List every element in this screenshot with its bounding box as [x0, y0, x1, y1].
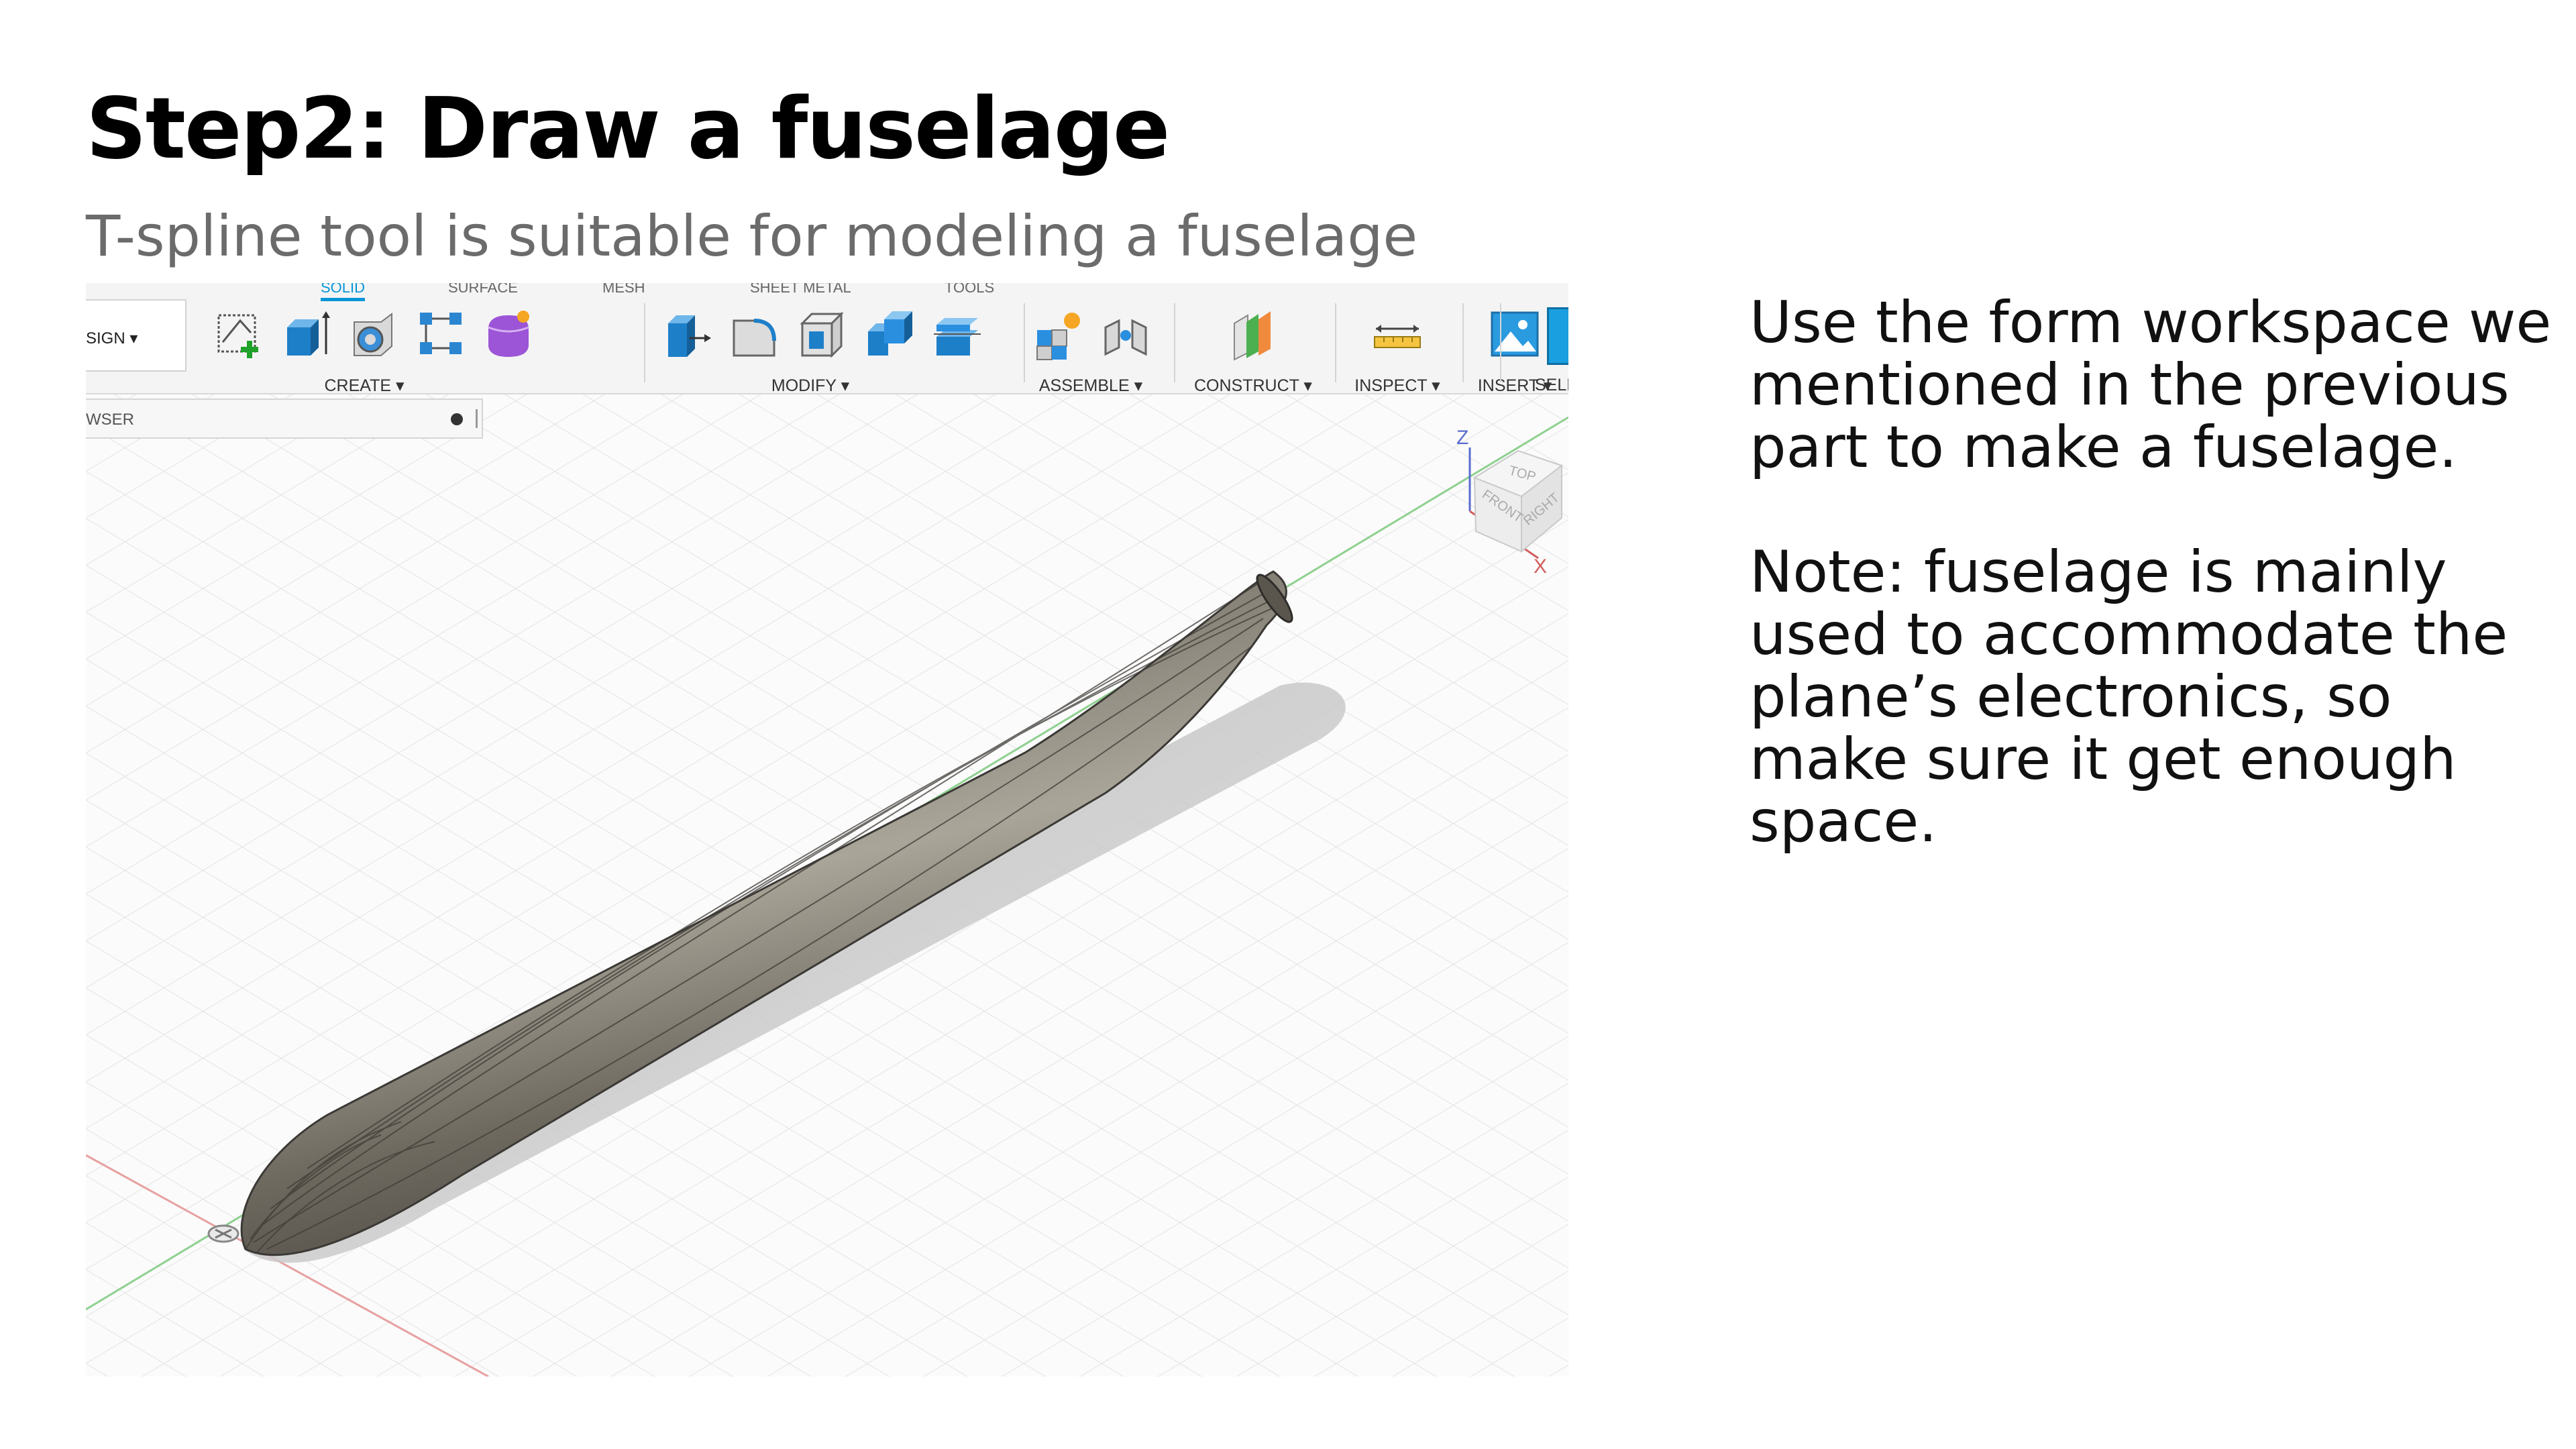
pattern-icon[interactable] — [415, 307, 468, 361]
body-paragraph: Use the form workspace we mentioned in t… — [1750, 289, 2552, 481]
create-form-icon[interactable] — [482, 307, 535, 361]
toolbar: SIGN ▾ SOLID SURFACE MESH SHEET METAL TO… — [86, 283, 1568, 395]
tab-tools[interactable]: TOOLS — [945, 283, 994, 297]
separator — [1462, 303, 1464, 382]
slide-subtitle: T-spline tool is suitable for modeling a… — [86, 203, 1418, 269]
modify-group-label[interactable]: MODIFY ▾ — [771, 376, 849, 396]
revolve-icon[interactable] — [347, 307, 401, 361]
tab-sheet-metal[interactable]: SHEET METAL — [750, 283, 851, 297]
inspect-group: INSPECT ▾ — [1340, 301, 1461, 395]
measure-icon[interactable] — [1371, 307, 1424, 361]
offset-plane-icon[interactable] — [1226, 307, 1280, 361]
new-component-icon[interactable] — [1032, 307, 1085, 361]
assemble-group-label[interactable]: ASSEMBLE ▾ — [1039, 376, 1142, 396]
split-body-icon[interactable] — [931, 307, 985, 361]
create-group: CREATE ▾ — [213, 301, 643, 395]
browser-panel[interactable]: WSER — [86, 398, 483, 439]
separator — [1024, 303, 1025, 382]
body-paragraph: Note: fuselage is mainly used to accommo… — [1750, 539, 2508, 855]
fusion-screenshot: Z X TOP FRONT RIGHT SIGN ▾ SOLID SURFACE… — [86, 283, 1568, 1377]
slide-title: Step2: Draw a fuselage — [86, 79, 1170, 178]
press-pull-icon[interactable] — [663, 307, 716, 361]
assemble-group: ASSEMBLE ▾ — [1032, 301, 1166, 395]
separator — [644, 303, 645, 382]
combine-icon[interactable] — [864, 307, 918, 361]
viewport-canvas[interactable]: Z X TOP FRONT RIGHT — [86, 283, 1568, 1377]
joint-icon[interactable] — [1099, 307, 1152, 361]
body-text: Use the form workspace we mentioned in t… — [1750, 292, 2555, 916]
shell-icon[interactable] — [797, 307, 851, 361]
construct-group-label[interactable]: CONSTRUCT ▾ — [1194, 376, 1312, 396]
browser-collapse-icon[interactable] — [451, 413, 463, 425]
modify-group: MODIFY ▾ — [663, 301, 1012, 395]
tab-mesh[interactable]: MESH — [602, 283, 645, 297]
tab-surface[interactable]: SURFACE — [448, 283, 518, 297]
tab-solid[interactable]: SOLID — [321, 283, 366, 301]
fillet-icon[interactable] — [730, 307, 784, 361]
separator — [1500, 303, 1501, 382]
select-group-label[interactable]: SELEC — [1535, 376, 1568, 394]
workspace-dropdown[interactable]: SIGN ▾ — [86, 299, 186, 372]
separator — [1174, 303, 1175, 382]
create-group-label[interactable]: CREATE ▾ — [324, 376, 404, 396]
viewcube-axis-x: X — [1534, 555, 1547, 578]
select-group: SELEC — [1534, 301, 1568, 394]
separator — [1335, 303, 1336, 382]
browser-title: WSER — [86, 411, 134, 429]
construct-group: CONSTRUCT ▾ — [1186, 301, 1320, 395]
extrude-icon[interactable] — [280, 307, 334, 361]
sketch-create-icon[interactable] — [213, 307, 267, 361]
viewcube-axis-z: Z — [1456, 427, 1468, 449]
origin-marker — [207, 1224, 239, 1243]
select-icon[interactable] — [1547, 307, 1568, 365]
browser-pin-icon[interactable] — [476, 409, 478, 428]
inspect-group-label[interactable]: INSPECT ▾ — [1354, 376, 1440, 396]
